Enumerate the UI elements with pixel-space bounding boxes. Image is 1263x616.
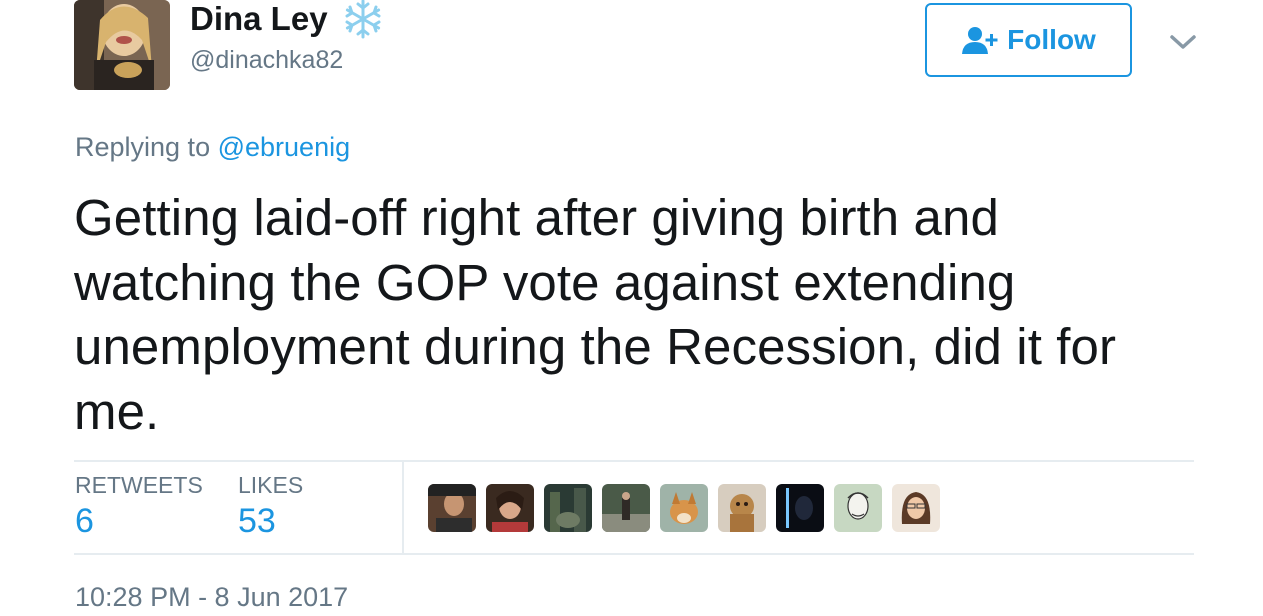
user-handle[interactable]: @dinachka82	[190, 46, 343, 75]
follow-button[interactable]: Follow	[925, 3, 1132, 77]
liker-avatars	[428, 484, 940, 532]
retweets-count[interactable]: 6	[75, 502, 94, 541]
tweet-text: Getting laid-off right after giving birt…	[74, 189, 1117, 440]
liker-avatar[interactable]	[544, 484, 592, 532]
reply-context: Replying to @ebruenig	[75, 132, 350, 163]
stats-divider	[402, 462, 404, 554]
divider-top	[74, 460, 1194, 462]
liker-avatar[interactable]	[892, 484, 940, 532]
follow-button-label: Follow	[1007, 24, 1096, 55]
display-name-text: Dina Ley	[190, 0, 328, 37]
likes-label[interactable]: LIKES	[238, 472, 303, 499]
liker-avatar[interactable]	[834, 484, 882, 532]
add-user-icon	[962, 27, 998, 54]
tweet-timestamp[interactable]: 10:28 PM - 8 Jun 2017	[75, 582, 348, 613]
display-name[interactable]: Dina Ley	[190, 0, 384, 40]
reply-prefix: Replying to	[75, 132, 211, 162]
reply-mention-link[interactable]: @ebruenig	[218, 132, 351, 162]
liker-avatar[interactable]	[602, 484, 650, 532]
liker-avatar[interactable]	[718, 484, 766, 532]
snowflake-icon	[342, 0, 384, 40]
profile-avatar[interactable]	[74, 0, 170, 90]
chevron-down-icon[interactable]	[1168, 30, 1198, 54]
retweets-label[interactable]: RETWEETS	[75, 472, 203, 499]
liker-avatar[interactable]	[660, 484, 708, 532]
divider-bottom	[74, 553, 1194, 555]
liker-avatar[interactable]	[486, 484, 534, 532]
liker-avatar[interactable]	[428, 484, 476, 532]
liker-avatar[interactable]	[776, 484, 824, 532]
likes-count[interactable]: 53	[238, 502, 276, 541]
